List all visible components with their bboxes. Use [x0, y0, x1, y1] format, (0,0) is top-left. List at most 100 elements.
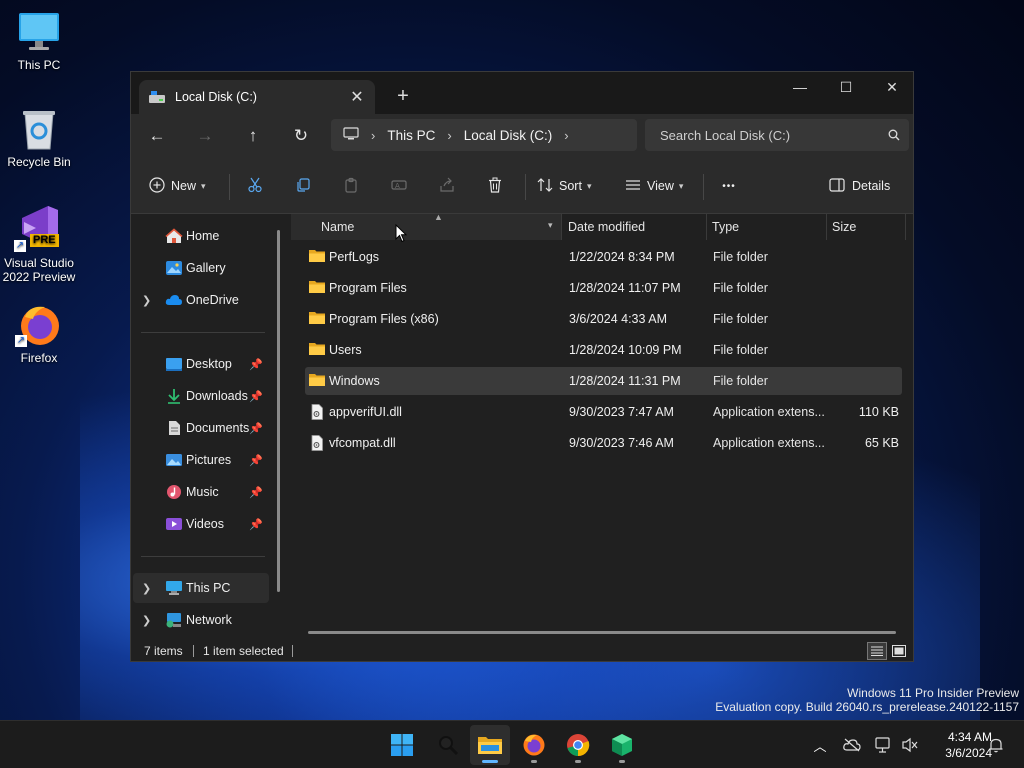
network-tray-button[interactable]: [872, 733, 896, 757]
nav-item-desktop[interactable]: Desktop 📌: [133, 349, 269, 379]
nav-scrollbar[interactable]: [277, 230, 280, 592]
start-button[interactable]: [382, 725, 422, 765]
desktop-icon-this-pc[interactable]: This PC: [0, 10, 78, 72]
column-header-name[interactable]: Name ▲ ▾: [291, 212, 561, 240]
more-options-button[interactable]: •••: [713, 172, 745, 200]
close-button[interactable]: ✕: [869, 72, 915, 102]
search-button[interactable]: [428, 725, 468, 765]
nav-item-music[interactable]: Music 📌: [133, 477, 269, 507]
volume-tray-button[interactable]: [898, 733, 922, 757]
up-button[interactable]: ↑: [237, 121, 269, 151]
paste-button[interactable]: [335, 172, 367, 200]
minimize-button[interactable]: —: [777, 72, 823, 102]
pin-icon[interactable]: 📌: [249, 518, 263, 531]
taskbar-app-cube[interactable]: [602, 725, 642, 765]
details-pane-button[interactable]: Details: [829, 172, 890, 200]
nav-item-network[interactable]: ❯ Network: [133, 605, 269, 635]
large-icons-view-toggle[interactable]: [889, 642, 909, 660]
pin-icon[interactable]: 📌: [249, 358, 263, 371]
cut-button[interactable]: [239, 172, 271, 200]
file-row[interactable]: appverifUI.dll 9/30/2023 7:47 AM Applicati…: [305, 398, 902, 426]
chevron-right-icon[interactable]: ❯: [142, 294, 151, 307]
nav-item-this-pc[interactable]: ❯ This PC: [133, 573, 269, 603]
file-row[interactable]: Windows 1/28/2024 11:31 PM File folder: [305, 367, 902, 395]
status-divider: [193, 645, 194, 657]
column-header-date[interactable]: Date modified: [568, 214, 703, 240]
file-row[interactable]: Program Files 1/28/2024 11:07 PM File fold…: [305, 274, 902, 302]
file-date: 1/28/2024 10:09 PM: [569, 343, 682, 357]
file-row[interactable]: Users 1/28/2024 10:09 PM File folder: [305, 336, 902, 364]
desktop-icon-firefox[interactable]: ↗ Firefox: [0, 303, 78, 365]
pin-icon[interactable]: 📌: [249, 454, 263, 467]
taskbar-file-explorer[interactable]: [470, 725, 510, 765]
desktop-icon-visual-studio[interactable]: PRE ↗ Visual Studio 2022 Preview: [0, 204, 78, 284]
nav-item-onedrive[interactable]: ❯ OneDrive: [133, 285, 269, 315]
file-row[interactable]: vfcompat.dll 9/30/2023 7:46 AM Application…: [305, 429, 902, 457]
sort-button[interactable]: Sort ▾: [537, 172, 591, 200]
column-divider[interactable]: [905, 214, 906, 240]
cloud-icon: [165, 292, 183, 308]
rename-button[interactable]: A: [383, 172, 415, 200]
column-divider[interactable]: [706, 214, 707, 240]
maximize-button[interactable]: ☐: [823, 72, 869, 102]
back-button[interactable]: ←: [141, 121, 173, 151]
nav-item-pictures[interactable]: Pictures 📌: [133, 445, 269, 475]
file-size: 65 KB: [864, 436, 899, 450]
pin-icon[interactable]: 📌: [249, 486, 263, 499]
nav-item-home[interactable]: Home: [133, 221, 269, 251]
documents-icon: [165, 420, 183, 436]
delete-button[interactable]: [479, 172, 511, 200]
chevron-right-icon[interactable]: ❯: [142, 582, 151, 595]
plus-circle-icon: [149, 176, 165, 196]
details-view-toggle[interactable]: [867, 642, 887, 660]
search-box[interactable]: [645, 119, 909, 151]
view-button[interactable]: View ▾: [625, 172, 683, 200]
view-list-icon: [625, 177, 641, 196]
nav-item-documents[interactable]: Documents 📌: [133, 413, 269, 443]
share-button[interactable]: [431, 172, 463, 200]
pin-icon[interactable]: 📌: [249, 422, 263, 435]
chevron-down-icon: ▾: [586, 180, 592, 191]
nav-item-gallery[interactable]: Gallery: [133, 253, 269, 283]
title-bar: Local Disk (C:) ✕ + — ☐ ✕: [131, 72, 913, 114]
file-date: 1/28/2024 11:31 PM: [569, 374, 681, 388]
nav-item-downloads[interactable]: Downloads 📌: [133, 381, 269, 411]
breadcrumb-chevron-icon[interactable]: ›: [447, 128, 451, 143]
nav-item-videos[interactable]: Videos 📌: [133, 509, 269, 539]
copy-button[interactable]: [287, 172, 319, 200]
column-divider[interactable]: [826, 214, 827, 240]
refresh-button[interactable]: ↻: [285, 121, 317, 151]
breadcrumb-chevron-icon[interactable]: ›: [371, 128, 375, 143]
file-row[interactable]: PerfLogs 1/22/2024 8:34 PM File folder: [305, 243, 902, 271]
chevron-down-icon[interactable]: ▾: [548, 220, 553, 231]
horizontal-scrollbar[interactable]: [308, 631, 896, 634]
desktop-icon-label: Visual Studio: [4, 256, 74, 270]
column-header-size[interactable]: Size: [832, 214, 902, 240]
column-divider[interactable]: [561, 214, 562, 240]
new-tab-button[interactable]: +: [389, 82, 417, 110]
taskbar-chrome[interactable]: [558, 725, 598, 765]
breadcrumb-this-pc[interactable]: This PC: [387, 128, 435, 143]
chevron-right-icon[interactable]: ❯: [142, 614, 151, 627]
onedrive-tray-button[interactable]: [840, 733, 864, 757]
taskbar-firefox[interactable]: [514, 725, 554, 765]
search-icon[interactable]: [879, 129, 909, 141]
file-row[interactable]: Program Files (x86) 3/6/2024 4:33 AM File …: [305, 305, 902, 333]
breadcrumb-chevron-icon[interactable]: ›: [564, 128, 568, 143]
forward-button[interactable]: →: [189, 121, 221, 151]
notifications-button[interactable]: [984, 733, 1008, 757]
breadcrumb-local-disk[interactable]: Local Disk (C:): [464, 128, 553, 143]
breadcrumb[interactable]: › This PC › Local Disk (C:) ›: [331, 119, 637, 151]
tab-close-button[interactable]: ✕: [343, 83, 371, 111]
new-button[interactable]: New ▾: [149, 172, 206, 200]
pin-icon[interactable]: 📌: [249, 390, 263, 403]
show-hidden-icons-button[interactable]: ︿: [808, 733, 832, 757]
nav-item-label: Downloads: [186, 389, 248, 403]
search-input[interactable]: [660, 127, 879, 143]
system-clock[interactable]: 4:34 AM 3/6/2024: [922, 729, 992, 761]
desktop-icon-recycle-bin[interactable]: Recycle Bin: [0, 107, 78, 169]
firefox-icon: ↗: [15, 303, 61, 347]
column-header-type[interactable]: Type: [712, 214, 822, 240]
tab-local-disk[interactable]: Local Disk (C:) ✕: [139, 80, 375, 114]
videos-icon: [165, 516, 183, 532]
